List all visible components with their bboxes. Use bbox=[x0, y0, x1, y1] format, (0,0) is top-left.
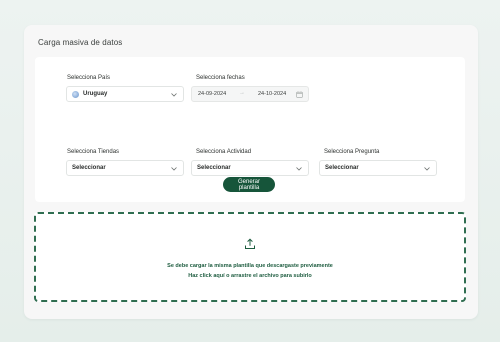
pregunta-label: Selecciona Pregunta bbox=[324, 149, 380, 155]
chevron-down-icon bbox=[295, 165, 303, 173]
pais-value: Uruguay bbox=[83, 91, 108, 97]
pregunta-value: Seleccionar bbox=[325, 165, 359, 171]
page-background: Carga masiva de datos Selecciona País Ur… bbox=[0, 0, 500, 342]
tiendas-value: Seleccionar bbox=[72, 165, 106, 171]
date-range-picker[interactable]: 24-09-2024 → 24-10-2024 bbox=[191, 86, 309, 102]
globe-icon bbox=[72, 90, 79, 98]
pais-label: Selecciona País bbox=[67, 75, 111, 81]
actividad-value: Seleccionar bbox=[197, 165, 231, 171]
fechas-label: Selecciona fechas bbox=[196, 75, 245, 81]
date-separator-icon: → bbox=[239, 90, 245, 96]
upload-icon bbox=[244, 237, 256, 249]
calendar-icon[interactable] bbox=[296, 91, 303, 98]
chevron-down-icon bbox=[423, 165, 431, 173]
actividad-label: Selecciona Actividad bbox=[196, 149, 252, 155]
pregunta-select[interactable]: Seleccionar bbox=[319, 160, 437, 176]
dropzone-hint: Haz click aquí o arrastre el archivo par… bbox=[188, 273, 312, 279]
filter-form-panel: Selecciona País Uruguay Selecciona fecha… bbox=[35, 57, 465, 202]
pais-select[interactable]: Uruguay bbox=[66, 86, 184, 102]
bulk-upload-card: Carga masiva de datos Selecciona País Ur… bbox=[24, 25, 478, 319]
start-date[interactable]: 24-09-2024 bbox=[198, 91, 226, 97]
dropzone-instruction: Se debe cargar la misma plantilla que de… bbox=[167, 263, 333, 269]
actividad-select[interactable]: Seleccionar bbox=[191, 160, 309, 176]
file-dropzone[interactable]: Se debe cargar la misma plantilla que de… bbox=[34, 212, 466, 302]
chevron-down-icon bbox=[170, 165, 178, 173]
end-date[interactable]: 24-10-2024 bbox=[258, 91, 286, 97]
generate-template-button[interactable]: Generar plantilla bbox=[223, 177, 275, 192]
tiendas-select[interactable]: Seleccionar bbox=[66, 160, 184, 176]
tiendas-label: Selecciona Tiendas bbox=[67, 149, 120, 155]
chevron-down-icon bbox=[170, 91, 178, 99]
card-title: Carga masiva de datos bbox=[38, 38, 123, 47]
